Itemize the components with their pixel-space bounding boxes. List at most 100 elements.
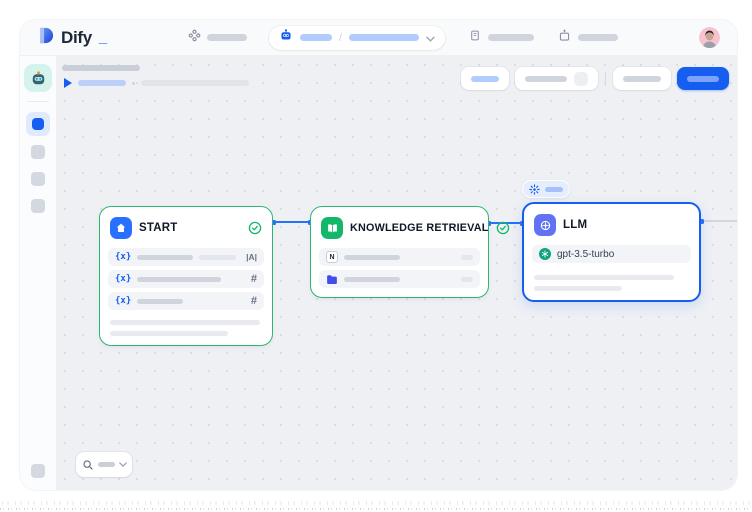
source-meta-skeleton bbox=[461, 255, 473, 260]
torn-edge-decoration bbox=[0, 495, 752, 512]
check-circle-icon bbox=[248, 221, 262, 235]
variable-icon: {x} bbox=[115, 274, 131, 284]
check-circle-icon bbox=[496, 221, 510, 235]
description-skeleton bbox=[534, 286, 622, 291]
variable-row[interactable]: {x} # bbox=[108, 270, 264, 288]
variable-name-skeleton bbox=[137, 299, 183, 304]
nav-explore[interactable] bbox=[188, 29, 247, 47]
notion-icon: N bbox=[326, 251, 338, 263]
nav-plugins-label-skeleton bbox=[578, 34, 618, 41]
run-label-skeleton bbox=[78, 80, 126, 86]
edge-start-to-knowledge[interactable] bbox=[273, 221, 311, 223]
llm-running-badge bbox=[522, 180, 570, 198]
node-knowledge-title: KNOWLEDGE RETRIEVAL bbox=[350, 222, 489, 234]
book-icon bbox=[321, 217, 343, 239]
variable-type-string: |A| bbox=[246, 252, 257, 262]
llm-icon bbox=[534, 214, 556, 236]
nav-docs[interactable] bbox=[469, 29, 534, 47]
publish-button[interactable] bbox=[677, 67, 729, 90]
toolbar-preview-button[interactable] bbox=[613, 67, 671, 90]
left-sidebar bbox=[20, 56, 56, 490]
brand-name: Dify bbox=[61, 28, 92, 48]
node-start[interactable]: START {x} |A| {x} bbox=[99, 206, 273, 346]
app-name-skeleton bbox=[349, 34, 419, 41]
plugins-icon bbox=[558, 29, 571, 47]
node-start-variables: {x} |A| {x} # {x} # bbox=[100, 248, 272, 310]
run-shortcut-chip bbox=[574, 72, 588, 86]
play-icon[interactable] bbox=[64, 78, 72, 88]
features-label-skeleton bbox=[471, 76, 499, 82]
model-name: gpt-3.5-turbo bbox=[557, 249, 614, 260]
current-app-icon[interactable] bbox=[24, 64, 52, 92]
variable-icon: {x} bbox=[115, 252, 131, 262]
source-name-skeleton bbox=[344, 277, 400, 282]
folder-icon bbox=[326, 274, 338, 285]
toolbar-features-button[interactable] bbox=[461, 67, 509, 90]
zoom-level-skeleton bbox=[98, 462, 115, 467]
top-header: Dify _ bbox=[20, 20, 737, 56]
toolbar-run-group[interactable] bbox=[515, 67, 598, 90]
sidebar-item-orchestrate[interactable] bbox=[26, 112, 50, 136]
knowledge-source-row[interactable] bbox=[319, 270, 480, 288]
workflow-canvas[interactable]: START {x} |A| {x} bbox=[56, 56, 737, 490]
sidebar-divider bbox=[27, 101, 49, 102]
model-row[interactable]: gpt-3.5-turbo bbox=[532, 245, 691, 263]
variable-row[interactable]: {x} |A| bbox=[108, 248, 264, 266]
description-skeleton bbox=[110, 320, 260, 325]
node-llm-description bbox=[524, 275, 699, 291]
variable-name-skeleton bbox=[137, 277, 221, 282]
app-switcher[interactable]: / bbox=[269, 26, 445, 50]
orchestrate-icon bbox=[32, 118, 44, 130]
workspace-name-skeleton bbox=[300, 34, 332, 41]
node-start-description bbox=[100, 320, 272, 336]
source-meta-skeleton bbox=[461, 277, 473, 282]
knowledge-source-row[interactable]: N bbox=[319, 248, 480, 266]
node-llm[interactable]: LLM gpt-3.5-turbo bbox=[522, 202, 701, 302]
chevron-down-icon[interactable] bbox=[426, 29, 435, 47]
node-knowledge-sources: N bbox=[311, 248, 488, 288]
sidebar-item-3[interactable] bbox=[31, 172, 45, 186]
node-knowledge-retrieval[interactable]: KNOWLEDGE RETRIEVAL N bbox=[310, 206, 489, 298]
variable-value-skeleton bbox=[199, 255, 237, 260]
edge-llm-outgoing[interactable] bbox=[701, 220, 737, 222]
node-llm-header: LLM bbox=[524, 212, 699, 236]
breadcrumb-separator: / bbox=[339, 32, 342, 44]
workflow-title-skeleton bbox=[62, 65, 140, 71]
run-button-label-skeleton bbox=[525, 76, 567, 82]
running-label-skeleton bbox=[545, 187, 563, 192]
dify-logo-icon bbox=[36, 26, 55, 50]
description-skeleton bbox=[534, 275, 674, 280]
source-name-skeleton bbox=[344, 255, 400, 260]
node-start-header: START bbox=[100, 215, 272, 239]
user-avatar[interactable] bbox=[699, 27, 720, 48]
nav-plugins[interactable] bbox=[558, 29, 618, 47]
nav-docs-label-skeleton bbox=[488, 34, 534, 41]
nav-explore-label-skeleton bbox=[207, 34, 247, 41]
sidebar-item-settings[interactable] bbox=[31, 464, 45, 478]
page: Dify _ bbox=[0, 0, 752, 512]
dot-separator bbox=[132, 82, 135, 85]
variable-type-number: # bbox=[251, 273, 257, 285]
sidebar-item-2[interactable] bbox=[31, 145, 45, 159]
node-start-title: START bbox=[139, 222, 177, 234]
chevron-down-icon bbox=[119, 462, 127, 467]
docs-icon bbox=[469, 29, 481, 47]
node-llm-title: LLM bbox=[563, 219, 587, 231]
canvas-toolbar bbox=[461, 67, 729, 90]
workflow-run-status bbox=[64, 78, 249, 88]
zoom-control[interactable] bbox=[76, 452, 132, 477]
variable-name-skeleton bbox=[137, 255, 192, 260]
dify-logo[interactable]: Dify _ bbox=[36, 26, 156, 50]
description-skeleton bbox=[110, 331, 228, 336]
toolbar-divider bbox=[605, 72, 606, 86]
run-meta-skeleton bbox=[141, 80, 249, 86]
home-icon bbox=[110, 217, 132, 239]
explore-icon bbox=[188, 29, 201, 47]
spinner-icon bbox=[529, 184, 540, 195]
brand-caret: _ bbox=[99, 29, 107, 46]
sidebar-item-4[interactable] bbox=[31, 199, 45, 213]
variable-type-number: # bbox=[251, 295, 257, 307]
variable-row[interactable]: {x} # bbox=[108, 292, 264, 310]
app-window: Dify _ bbox=[20, 20, 737, 490]
openai-icon bbox=[539, 248, 551, 260]
